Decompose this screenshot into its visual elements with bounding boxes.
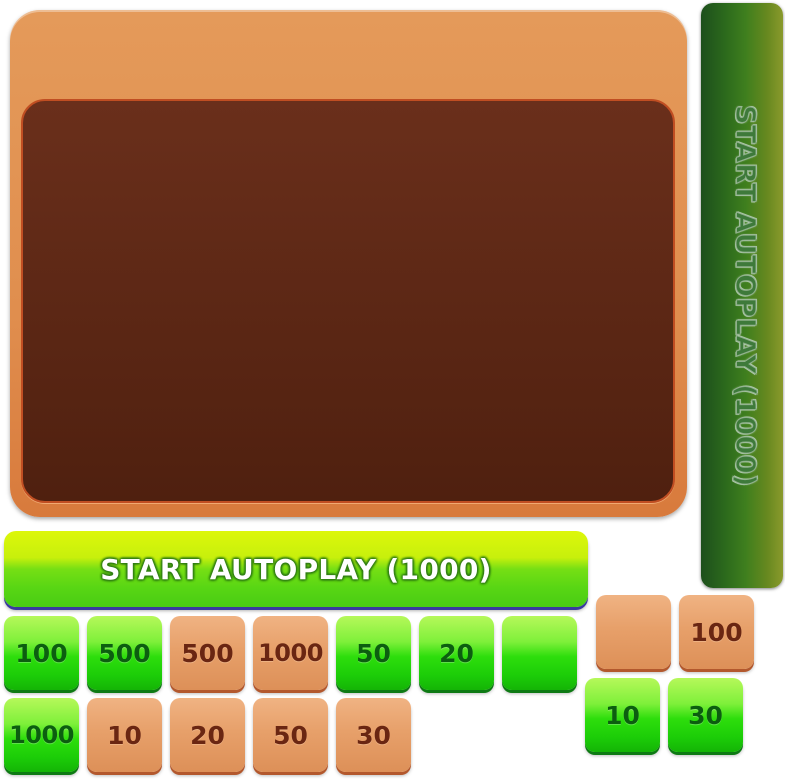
spin-count-button-20-alt[interactable]: 20 <box>170 698 245 772</box>
spin-count-button-1000[interactable]: 1000 <box>4 698 79 772</box>
spin-count-button-50-alt[interactable]: 50 <box>253 698 328 772</box>
start-autoplay-vertical-label: START AUTOPLAY (1000) <box>729 104 761 488</box>
start-autoplay-label: START AUTOPLAY (1000) <box>100 552 492 586</box>
spin-count-button-500[interactable]: 500 <box>87 616 162 690</box>
spin-count-button-30-alt[interactable]: 30 <box>336 698 411 772</box>
autoplay-panel <box>10 10 687 517</box>
spin-count-button-10[interactable]: 10 <box>585 678 660 752</box>
blank-orange-button[interactable] <box>596 595 671 669</box>
start-autoplay-button[interactable]: START AUTOPLAY (1000) <box>4 531 588 607</box>
panel-content-area <box>21 99 675 503</box>
spin-count-button-100[interactable]: 100 <box>4 616 79 690</box>
spin-count-button-500-alt[interactable]: 500 <box>170 616 245 690</box>
spin-count-button-100-alt[interactable]: 100 <box>679 595 754 669</box>
spin-count-button-1000-alt[interactable]: 1000 <box>253 616 328 690</box>
spin-count-button-50[interactable]: 50 <box>336 616 411 690</box>
blank-green-button[interactable] <box>502 616 577 690</box>
spin-count-button-10-alt[interactable]: 10 <box>87 698 162 772</box>
spin-count-button-30[interactable]: 30 <box>668 678 743 752</box>
spin-count-button-20[interactable]: 20 <box>419 616 494 690</box>
